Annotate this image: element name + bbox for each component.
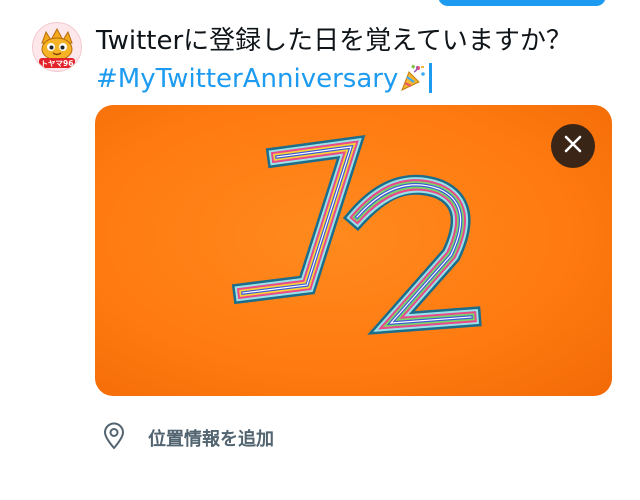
hashtag[interactable]: #MyTwitterAnniversary: [96, 64, 398, 94]
avatar[interactable]: トヤマ96: [32, 22, 82, 72]
location-pin-icon: [102, 422, 126, 454]
number-art: [231, 134, 482, 335]
text-cursor: [429, 63, 433, 93]
attached-media-image[interactable]: [95, 105, 612, 396]
compose-textarea[interactable]: Twitterに登録した日を覚えていますか？ #MyTwitterAnniver…: [96, 22, 616, 102]
avatar-badge-text: トヤマ96: [41, 59, 74, 68]
party-popper-icon: [400, 63, 426, 102]
compose-text: Twitterに登録した日を覚えていますか？: [96, 26, 572, 56]
add-location-button[interactable]: 位置情報を追加: [102, 422, 274, 454]
close-icon: [564, 135, 582, 157]
remove-media-button[interactable]: [551, 124, 595, 168]
tweet-button-edge[interactable]: [438, 0, 606, 6]
add-location-label: 位置情報を追加: [148, 429, 274, 450]
